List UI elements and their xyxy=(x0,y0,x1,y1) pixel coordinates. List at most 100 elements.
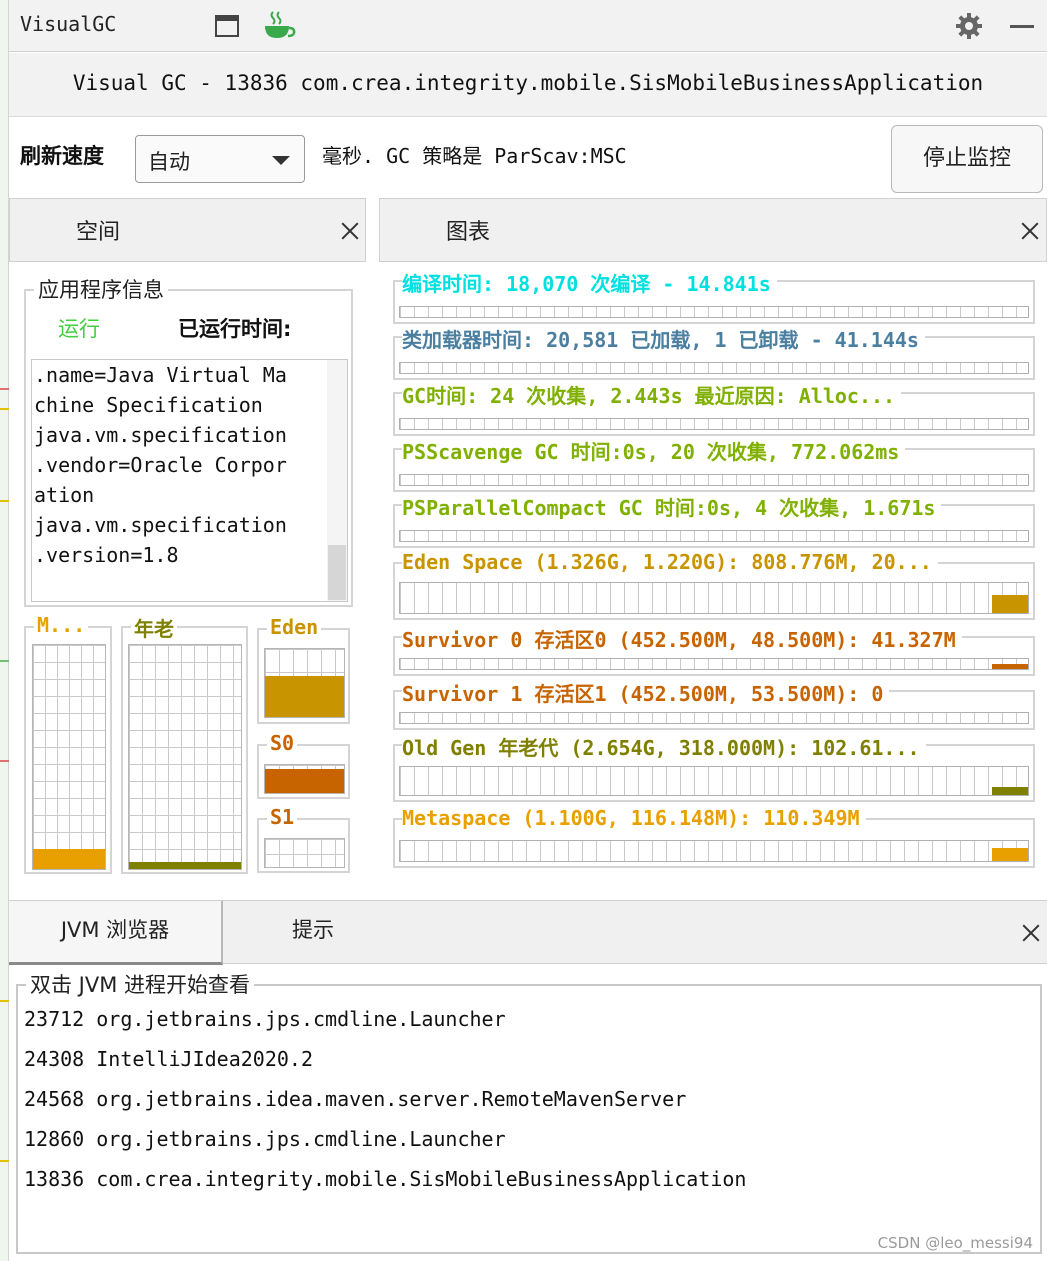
s0-graph xyxy=(264,764,345,794)
list-item[interactable]: 23712 org.jetbrains.jps.cmdline.Launcher xyxy=(24,1002,746,1042)
jvm-list-title: 双击 JVM 进程开始查看 xyxy=(26,969,255,999)
chart-fill xyxy=(992,787,1028,795)
chart-row: Old Gen 年老代 (2.654G, 318.000M): 102.61..… xyxy=(393,732,1035,802)
bottom-tab-bar: JVM 浏览器 提示 xyxy=(9,900,1047,965)
eden-label: Eden xyxy=(267,615,322,639)
watermark: CSDN @leo_messi94 xyxy=(877,1234,1033,1252)
chart-track xyxy=(399,362,1029,374)
old-gen-label: 年老 xyxy=(131,613,177,642)
tab-jvm-browser[interactable]: JVM 浏览器 xyxy=(9,901,223,965)
chart-track xyxy=(399,418,1029,430)
s0-label: S0 xyxy=(267,731,298,755)
close-icon[interactable] xyxy=(1021,923,1041,943)
s1-box: S1 xyxy=(257,805,350,873)
metaspace-box: M... xyxy=(24,613,112,874)
editor-marker xyxy=(0,760,9,762)
window-title: VisualGC xyxy=(20,12,117,36)
chart-title: Eden Space (1.326G, 1.220G): 808.776M, 2… xyxy=(402,550,938,574)
chart-fill xyxy=(992,848,1028,861)
metaspace-graph xyxy=(32,644,106,870)
title-bar: VisualGC xyxy=(9,0,1047,52)
chart-panel: 编译时间: 18,070 次编译 - 14.841s 类加载器时间: 20,581… xyxy=(380,262,1047,892)
page-title: Visual GC - 13836 com.crea.integrity.mob… xyxy=(9,53,1047,117)
close-icon[interactable] xyxy=(1020,221,1040,241)
list-item[interactable]: 13836 com.crea.integrity.mobile.SisMobil… xyxy=(24,1162,746,1202)
chart-row: PSParallelCompact GC 时间:0s, 4 次收集, 1.671… xyxy=(393,492,1035,548)
status-running: 运行 xyxy=(58,317,100,341)
tab-hints[interactable]: 提示 xyxy=(241,901,385,965)
refresh-rate-label: 刷新速度 xyxy=(20,144,104,168)
chart-row: Metaspace (1.100G, 116.148M): 110.349M xyxy=(393,806,1035,868)
old-gen-box: 年老 xyxy=(121,613,248,874)
eden-box: Eden xyxy=(257,615,350,724)
scrollbar-thumb[interactable] xyxy=(328,545,346,600)
app-info-title: 应用程序信息 xyxy=(34,274,168,304)
list-item[interactable]: 24308 IntelliJIdea2020.2 xyxy=(24,1042,746,1082)
chart-title: 类加载器时间: 20,581 已加载, 1 已卸载 - 41.144s xyxy=(402,324,925,353)
chart-row: Eden Space (1.326G, 1.220G): 808.776M, 2… xyxy=(393,550,1035,620)
editor-marker xyxy=(0,1160,9,1162)
chart-title: Metaspace (1.100G, 116.148M): 110.349M xyxy=(402,806,866,830)
tab-chart-label: 图表 xyxy=(446,220,491,245)
scrollbar[interactable] xyxy=(327,360,347,601)
gear-icon[interactable] xyxy=(955,12,983,40)
editor-marker xyxy=(0,1000,9,1002)
chart-row: PSScavenge GC 时间:0s, 20 次收集, 772.062ms xyxy=(393,436,1035,492)
editor-marker xyxy=(0,388,9,390)
chart-track xyxy=(399,658,1029,670)
eden-graph xyxy=(264,648,345,718)
refresh-toolbar: 刷新速度 自动 毫秒. GC 策略是 ParScav:MSC 停止监控 xyxy=(9,118,1047,198)
close-icon[interactable] xyxy=(340,221,360,241)
uptime-label: 已运行时间: xyxy=(178,317,292,341)
metaspace-label: M... xyxy=(34,613,89,637)
editor-marker xyxy=(0,408,9,410)
jvm-properties-textarea[interactable]: .name=Java Virtual Ma chine Specificatio… xyxy=(31,359,348,602)
list-item[interactable]: 12860 org.jetbrains.jps.cmdline.Launcher xyxy=(24,1122,746,1162)
background-editor-strip xyxy=(0,0,9,1261)
chart-row: 编译时间: 18,070 次编译 - 14.841s xyxy=(393,268,1035,324)
space-panel: 应用程序信息 运行 已运行时间: .name=Java Virtual Ma c… xyxy=(9,262,365,892)
editor-marker xyxy=(0,500,9,502)
app-info-group: 应用程序信息 运行 已运行时间: .name=Java Virtual Ma c… xyxy=(24,274,353,607)
jvm-properties-text: .name=Java Virtual Ma chine Specificatio… xyxy=(34,363,287,567)
chart-track xyxy=(399,530,1029,542)
s1-graph xyxy=(264,838,345,868)
eden-fill xyxy=(265,676,344,717)
chart-title: Survivor 0 存活区0 (452.500M, 48.500M): 41.… xyxy=(402,624,962,653)
refresh-rate-value: 自动 xyxy=(148,150,190,174)
refresh-rate-select[interactable]: 自动 xyxy=(135,135,305,183)
old-gen-graph xyxy=(128,644,242,870)
list-item[interactable]: 24568 org.jetbrains.idea.maven.server.Re… xyxy=(24,1082,746,1122)
chart-track xyxy=(399,840,1029,862)
old-gen-fill xyxy=(129,862,241,869)
window-icon[interactable] xyxy=(215,15,239,37)
chart-title: Survivor 1 存活区1 (452.500M, 53.500M): 0 xyxy=(402,678,890,707)
chart-row: GC时间: 24 次收集, 2.443s 最近原因: Alloc... xyxy=(393,380,1035,436)
chevron-down-icon xyxy=(272,156,290,165)
editor-marker xyxy=(0,660,9,662)
chart-row: Survivor 0 存活区0 (452.500M, 48.500M): 41.… xyxy=(393,624,1035,676)
chart-track xyxy=(399,712,1029,724)
stop-monitoring-button[interactable]: 停止监控 xyxy=(891,125,1043,193)
tab-space[interactable]: 空间 xyxy=(9,198,366,262)
chart-track xyxy=(399,474,1029,486)
s0-fill xyxy=(265,769,344,793)
coffee-cup-icon[interactable] xyxy=(261,10,297,42)
metaspace-fill xyxy=(33,848,105,869)
chart-fill xyxy=(992,664,1028,669)
chart-row: Survivor 1 存活区1 (452.500M, 53.500M): 0 xyxy=(393,678,1035,730)
tab-chart[interactable]: 图表 xyxy=(379,198,1047,262)
s0-box: S0 xyxy=(257,731,350,799)
chart-title: 编译时间: 18,070 次编译 - 14.841s xyxy=(402,268,777,297)
gc-policy-text: 毫秒. GC 策略是 ParScav:MSC xyxy=(322,144,627,168)
tab-space-label: 空间 xyxy=(76,220,121,245)
chart-title: PSParallelCompact GC 时间:0s, 4 次收集, 1.671… xyxy=(402,492,942,521)
chart-title: PSScavenge GC 时间:0s, 20 次收集, 772.062ms xyxy=(402,436,906,465)
chart-track xyxy=(399,306,1029,318)
s1-label: S1 xyxy=(267,805,298,829)
chart-track xyxy=(399,582,1029,614)
chart-row: 类加载器时间: 20,581 已加载, 1 已卸载 - 41.144s xyxy=(393,324,1035,380)
chart-fill xyxy=(992,595,1028,613)
minimize-icon[interactable] xyxy=(1010,25,1034,28)
jvm-process-list: 双击 JVM 进程开始查看 23712 org.jetbrains.jps.cm… xyxy=(16,969,1042,1254)
